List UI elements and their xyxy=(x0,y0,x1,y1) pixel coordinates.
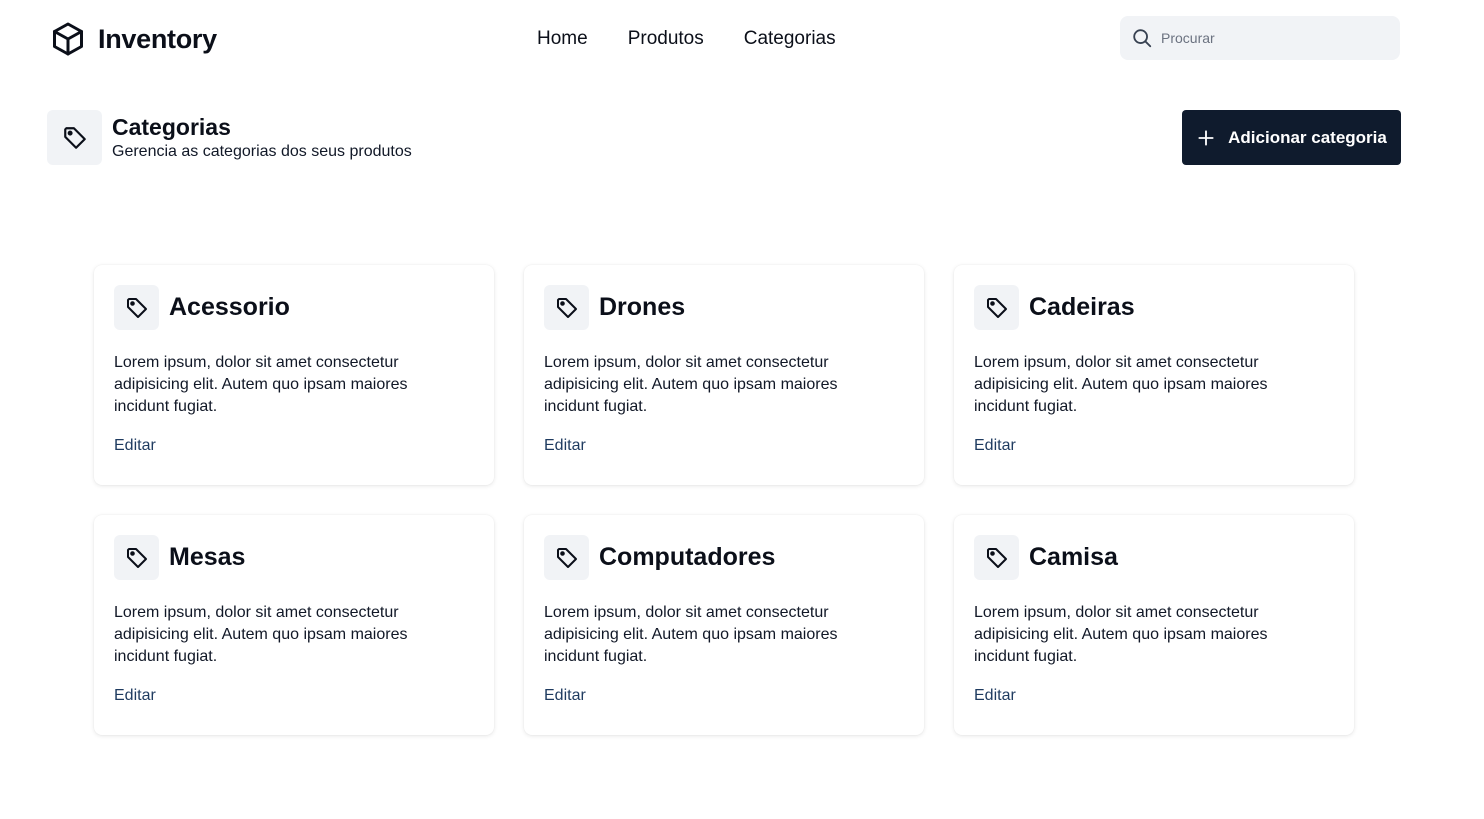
category-description: Lorem ipsum, dolor sit amet consectetur … xyxy=(974,604,1268,665)
category-description: Lorem ipsum, dolor sit amet consectetur … xyxy=(974,354,1268,415)
category-title: Acessorio xyxy=(169,293,290,321)
page-icon-box xyxy=(47,110,102,165)
nav-produtos[interactable]: Produtos xyxy=(628,28,704,50)
category-card: Mesas Lorem ipsum, dolor sit amet consec… xyxy=(94,515,494,735)
search-icon xyxy=(1131,27,1153,49)
category-title: Computadores xyxy=(599,543,776,571)
edit-link[interactable]: Editar xyxy=(974,687,1016,705)
add-category-button[interactable]: Adicionar categoria xyxy=(1182,110,1401,165)
tag-icon xyxy=(114,535,159,580)
box-icon xyxy=(50,20,86,58)
category-description: Lorem ipsum, dolor sit amet consectetur … xyxy=(114,354,408,415)
tag-icon xyxy=(114,285,159,330)
edit-link[interactable]: Editar xyxy=(114,437,156,455)
page-subtitle: Gerencia as categorias dos seus produtos xyxy=(112,142,412,160)
category-grid: Acessorio Lorem ipsum, dolor sit amet co… xyxy=(94,265,1354,735)
search-box[interactable] xyxy=(1120,16,1400,60)
category-card: Computadores Lorem ipsum, dolor sit amet… xyxy=(524,515,924,735)
category-description: Lorem ipsum, dolor sit amet consectetur … xyxy=(114,604,408,665)
brand[interactable]: Inventory xyxy=(50,20,217,58)
brand-name: Inventory xyxy=(98,23,217,54)
category-card: Camisa Lorem ipsum, dolor sit amet conse… xyxy=(954,515,1354,735)
plus-icon xyxy=(1196,128,1216,148)
page-title: Categorias xyxy=(112,113,231,140)
category-card: Cadeiras Lorem ipsum, dolor sit amet con… xyxy=(954,265,1354,485)
category-title: Camisa xyxy=(1029,543,1118,571)
top-header: Inventory Home Produtos Categorias xyxy=(0,0,1484,78)
tag-icon xyxy=(544,535,589,580)
edit-link[interactable]: Editar xyxy=(544,687,586,705)
category-description: Lorem ipsum, dolor sit amet consectetur … xyxy=(544,354,838,415)
category-title: Cadeiras xyxy=(1029,293,1135,321)
nav-home[interactable]: Home xyxy=(537,28,588,50)
edit-link[interactable]: Editar xyxy=(114,687,156,705)
page-header: Categorias Gerencia as categorias dos se… xyxy=(47,110,412,165)
search-input[interactable] xyxy=(1159,29,1383,47)
nav-categorias[interactable]: Categorias xyxy=(744,28,836,50)
tag-icon xyxy=(974,535,1019,580)
main-nav: Home Produtos Categorias xyxy=(537,28,836,50)
tag-icon xyxy=(62,125,88,151)
edit-link[interactable]: Editar xyxy=(974,437,1016,455)
edit-link[interactable]: Editar xyxy=(544,437,586,455)
category-title: Drones xyxy=(599,293,686,321)
category-card: Acessorio Lorem ipsum, dolor sit amet co… xyxy=(94,265,494,485)
category-title: Mesas xyxy=(169,543,246,571)
tag-icon xyxy=(974,285,1019,330)
tag-icon xyxy=(544,285,589,330)
add-category-label: Adicionar categoria xyxy=(1228,127,1387,147)
category-card: Drones Lorem ipsum, dolor sit amet conse… xyxy=(524,265,924,485)
category-description: Lorem ipsum, dolor sit amet consectetur … xyxy=(544,604,838,665)
